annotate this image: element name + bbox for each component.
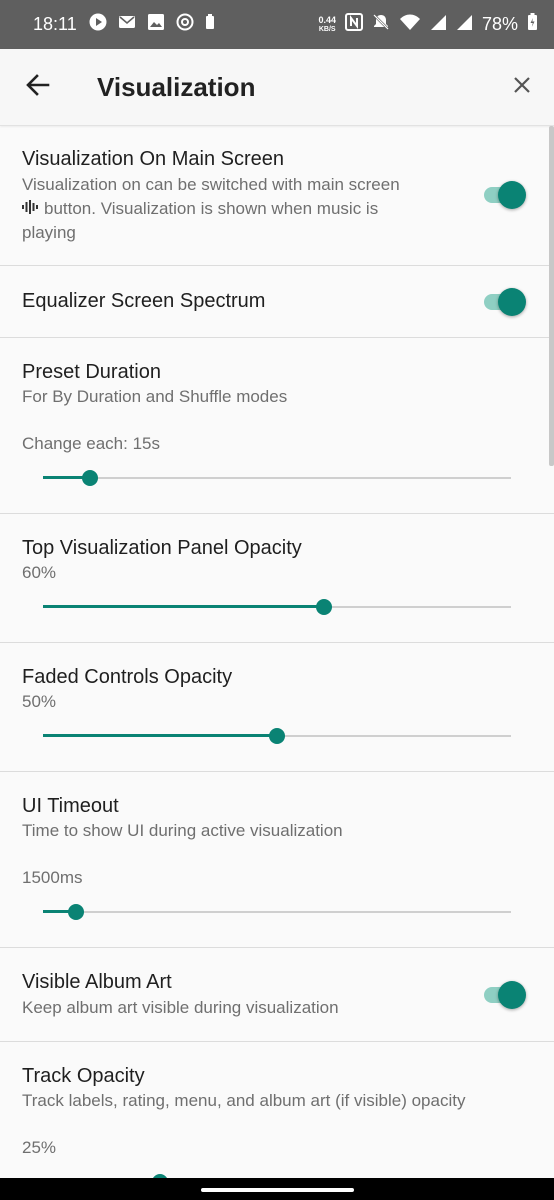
ui-timeout-slider[interactable]	[43, 902, 511, 922]
toggle-thumb	[498, 288, 526, 316]
setting-title: Equalizer Screen Spectrum	[22, 290, 266, 312]
signal-icon	[430, 14, 447, 36]
slider-knob[interactable]	[67, 904, 84, 920]
mute-icon	[372, 13, 390, 36]
battery-percent: 78%	[481, 14, 518, 34]
settings-list[interactable]: Visualization On Main Screen Visualizati…	[0, 126, 554, 1178]
setting-desc-line3: playing	[22, 223, 76, 242]
setting-desc: For By Duration and Shuffle modes	[22, 387, 288, 406]
setting-top-panel-opacity[interactable]: Top Visualization Panel Opacity 60%	[0, 514, 554, 643]
page-title: Visualization	[97, 71, 256, 102]
setting-value: 60%	[22, 563, 57, 582]
image-icon	[147, 13, 165, 36]
setting-value: 1500ms	[22, 868, 83, 887]
setting-track-opacity[interactable]: Track Opacity Track labels, rating, menu…	[0, 1042, 554, 1178]
setting-viz-main[interactable]: Visualization On Main Screen Visualizati…	[0, 126, 554, 266]
slider-fill	[43, 734, 277, 737]
battery-small-icon	[205, 14, 215, 35]
setting-title: Faded Controls Opacity	[22, 666, 233, 688]
net-speed-unit: KB/S	[318, 25, 336, 33]
home-gesture-handle[interactable]	[201, 1188, 354, 1192]
close-icon	[513, 76, 531, 99]
setting-value: 50%	[22, 692, 57, 711]
toggle-thumb	[498, 981, 526, 1009]
viz-main-toggle[interactable]	[482, 179, 528, 209]
setting-desc: Keep album art visible during visualizat…	[22, 998, 339, 1017]
at-icon	[176, 13, 194, 36]
setting-title: Visualization On Main Screen	[22, 148, 284, 170]
status-bar: 18:11 0.44 KB/S 78%	[0, 0, 554, 49]
eq-spectrum-toggle[interactable]	[482, 286, 528, 316]
waveform-icon	[22, 200, 38, 219]
setting-value: 25%	[22, 1138, 57, 1157]
setting-value: Change each: 15s	[22, 434, 160, 453]
slider-rail	[43, 911, 511, 913]
setting-title: Preset Duration	[22, 361, 161, 383]
setting-preset-duration[interactable]: Preset Duration For By Duration and Shuf…	[0, 338, 554, 514]
navigation-bar	[0, 1178, 554, 1200]
mail-icon	[118, 14, 136, 35]
nfc-icon	[344, 13, 363, 36]
status-time: 18:11	[33, 14, 77, 34]
setting-desc: Track labels, rating, menu, and album ar…	[22, 1091, 466, 1110]
arrow-left-icon	[26, 73, 50, 101]
top-panel-opacity-slider[interactable]	[43, 597, 511, 617]
slider-knob[interactable]	[81, 470, 98, 486]
setting-desc-line1: Visualization on can be switched with ma…	[22, 175, 400, 194]
setting-title: Track Opacity	[22, 1065, 145, 1087]
faded-controls-slider[interactable]	[43, 726, 511, 746]
album-art-toggle[interactable]	[482, 979, 528, 1009]
slider-fill	[43, 605, 324, 608]
toggle-thumb	[498, 181, 526, 209]
scrollbar[interactable]	[549, 126, 554, 466]
setting-desc: Time to show UI during active visualizat…	[22, 821, 343, 840]
setting-title: Visible Album Art	[22, 971, 172, 993]
slider-knob[interactable]	[269, 728, 285, 744]
net-speed: 0.44 KB/S	[318, 14, 336, 34]
wifi-icon	[399, 13, 421, 36]
signal-icon	[456, 14, 473, 36]
battery-icon	[527, 13, 538, 36]
setting-title: UI Timeout	[22, 795, 119, 817]
back-button[interactable]	[0, 49, 76, 126]
setting-ui-timeout[interactable]: UI Timeout Time to show UI during active…	[0, 772, 554, 948]
close-button[interactable]	[490, 49, 554, 126]
setting-eq-spectrum[interactable]: Equalizer Screen Spectrum	[0, 266, 554, 338]
preset-duration-slider[interactable]	[43, 468, 511, 488]
slider-knob[interactable]	[315, 599, 332, 615]
setting-faded-controls[interactable]: Faded Controls Opacity 50%	[0, 643, 554, 772]
setting-title: Top Visualization Panel Opacity	[22, 537, 302, 559]
slider-rail	[43, 477, 511, 479]
setting-desc-line2: button. Visualization is shown when musi…	[44, 199, 379, 218]
app-bar: Visualization	[0, 49, 554, 126]
setting-album-art[interactable]: Visible Album Art Keep album art visible…	[0, 948, 554, 1042]
net-speed-value: 0.44	[318, 14, 336, 25]
play-icon	[89, 13, 107, 36]
